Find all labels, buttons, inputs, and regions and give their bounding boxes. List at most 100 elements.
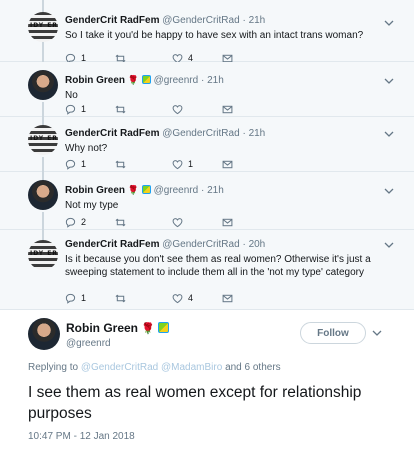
user-handle[interactable]: @GenderCritRad [162,128,239,139]
tweet-header: GenderCrit RadFem @GenderCritRad · 21h [65,14,402,27]
thread-line [42,102,44,117]
retweet-icon [115,218,126,226]
separator: · [242,239,246,250]
tweet-actions: 2 [65,216,265,228]
retweet-icon [115,105,126,113]
envelope-icon [222,105,233,113]
tweet-header: Robin Green 🌹 @greenrd · 21h [65,74,402,87]
tweet-actions: 1 1 [65,158,265,170]
thread-line [42,212,44,230]
avatar[interactable]: IDY ER [28,12,58,42]
chevron-down-icon[interactable] [384,129,394,139]
avatar[interactable]: IDY ER [28,125,58,155]
like-button[interactable]: 4 [172,292,193,304]
display-name[interactable]: Robin Green [65,185,125,196]
follow-button[interactable]: Follow [300,322,366,344]
dm-button[interactable] [222,158,233,170]
retweet-button[interactable] [115,103,131,115]
tweet-time[interactable]: 21h [249,128,266,139]
display-name[interactable]: GenderCrit RadFem [65,128,159,139]
chevron-down-icon[interactable] [384,76,394,86]
chevron-down-icon[interactable] [384,186,394,196]
reply-button[interactable]: 1 [65,103,86,115]
retweet-button[interactable] [115,216,131,228]
like-button[interactable] [172,103,188,115]
tweet-text: Not my type [65,200,119,211]
chevron-down-icon[interactable] [372,328,382,338]
reply-button[interactable]: 2 [65,216,86,228]
mention-link[interactable]: @GenderCritRad [81,362,158,373]
avatar[interactable] [28,318,60,350]
separator: · [200,185,205,196]
user-handle[interactable]: @GenderCritRad [162,15,239,26]
conversation-thread: IDY ER GenderCrit RadFem @GenderCritRad … [0,0,414,310]
reply-tweet[interactable]: Robin Green 🌹 @greenrd · 21h No 1 [0,62,414,117]
like-count: 4 [188,293,194,303]
tweet-time[interactable]: 20h [249,239,266,250]
reply-tweet[interactable]: IDY ER GenderCrit RadFem @GenderCritRad … [0,230,414,310]
heart-icon [172,159,183,169]
tweet-time[interactable]: 21h [207,75,224,86]
dm-button[interactable] [222,216,233,228]
chevron-down-icon[interactable] [384,240,394,250]
heart-icon [172,293,183,303]
replying-prefix: Replying to [28,362,79,373]
user-handle[interactable]: @GenderCritRad [162,239,239,250]
envelope-icon [222,294,233,302]
user-handle[interactable]: @greenrd [66,338,111,349]
tweet-time[interactable]: 21h [249,15,266,26]
tweet-header: GenderCrit RadFem @GenderCritRad · 21h [65,127,402,140]
replying-suffix[interactable]: and 6 others [225,362,281,373]
tweet-text: Is it because you don't see them as real… [65,254,371,278]
avatar[interactable]: IDY ER [28,240,58,270]
reply-count: 2 [81,217,87,227]
rose-icon: 🌹 [127,75,140,85]
tweet-text: So I take it you'd be happy to have sex … [65,30,364,41]
tweet-body: GenderCrit RadFem @GenderCritRad · 21h S… [65,14,402,42]
avatar[interactable] [28,180,58,210]
dm-button[interactable] [222,292,233,304]
user-handle[interactable]: @greenrd [154,185,199,196]
like-count: 1 [188,159,194,169]
reply-icon [65,293,76,304]
reply-tweet[interactable]: IDY ER GenderCrit RadFem @GenderCritRad … [0,117,414,172]
reply-icon [65,217,76,228]
tweet-timestamp[interactable]: 10:47 PM - 12 Jan 2018 [28,431,135,442]
tweet-text: Why not? [65,143,108,154]
chevron-down-icon[interactable] [384,18,394,28]
display-name-text: Robin Green [66,321,139,335]
tweet-body: Robin Green 🌹 @greenrd · 21h Not my type [65,184,402,212]
focused-tweet: Robin Green 🌹 @greenrd Follow Replying t… [0,310,414,450]
separator: · [200,75,205,86]
retweet-icon [115,294,126,302]
thread-line [42,117,44,125]
reply-tweet[interactable]: Robin Green 🌹 @greenrd · 21h Not my type… [0,172,414,230]
user-handle[interactable]: @greenrd [154,75,199,86]
beginner-leaf-icon [141,185,151,194]
like-button[interactable] [172,216,188,228]
separator: · [242,128,246,139]
mention-link[interactable]: @MadamBiro [161,362,222,373]
avatar[interactable] [28,70,58,100]
dm-button[interactable] [222,103,233,115]
reply-tweet[interactable]: IDY ER GenderCrit RadFem @GenderCritRad … [0,0,414,64]
retweet-button[interactable] [115,158,131,170]
tweet-actions: 1 [65,103,265,115]
thread-line [42,230,44,240]
tweet-header: GenderCrit RadFem @GenderCritRad · 20h [65,238,402,251]
tweet-time[interactable]: 21h [207,185,224,196]
reply-count: 1 [81,159,87,169]
reply-button[interactable]: 1 [65,158,86,170]
reply-icon [65,159,76,170]
display-name[interactable]: Robin Green [65,75,125,86]
thread-line [42,172,44,180]
reply-button[interactable]: 1 [65,292,86,304]
retweet-button[interactable] [115,292,131,304]
heart-icon [172,104,183,114]
tweet-header: Robin Green 🌹 @greenrd · 21h [65,184,402,197]
display-name[interactable]: Robin Green 🌹 [66,321,170,335]
display-name[interactable]: GenderCrit RadFem [65,15,159,26]
display-name[interactable]: GenderCrit RadFem [65,239,159,250]
like-button[interactable]: 1 [172,158,193,170]
beginner-leaf-icon [141,75,151,84]
